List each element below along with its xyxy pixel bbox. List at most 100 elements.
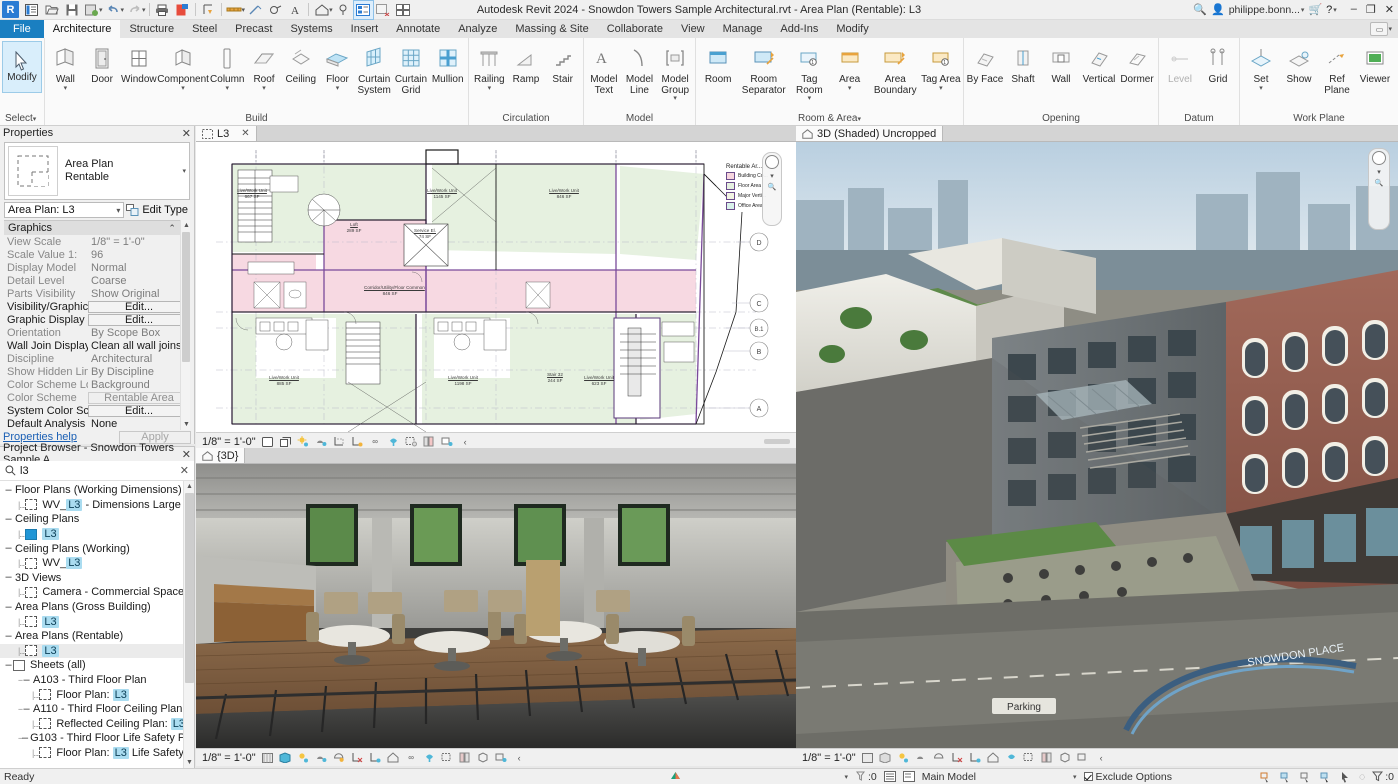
detail-level-icon[interactable] (261, 751, 274, 764)
measure-icon[interactable] (199, 1, 218, 19)
print-icon[interactable] (153, 1, 172, 19)
crop-view-icon[interactable] (351, 751, 364, 764)
view3d-control-bar[interactable]: 1/8" = 1'-0" ‹ (796, 748, 1398, 766)
area-dropdown-icon[interactable]: ▾ (848, 85, 852, 92)
tree-view-item[interactable]: |.... Reflected Ceiling Plan: L3 (0, 717, 194, 732)
tile-windows-icon[interactable] (394, 1, 413, 19)
area-button[interactable]: Area ▾ (830, 41, 870, 92)
plan-view-tabbar[interactable]: L3 ✕ (196, 126, 796, 142)
help-icon[interactable]: ? (1326, 4, 1332, 16)
tab-file[interactable]: File (0, 20, 44, 38)
component-dropdown-icon[interactable]: ▾ (181, 85, 185, 92)
model-text-button[interactable]: A Model Text (586, 41, 622, 96)
camera-view-control-bar[interactable]: 1/8" = 1'-0" ∞ ‹ (196, 748, 796, 766)
save-as-dropdown-icon[interactable]: ▾ (99, 6, 103, 14)
restore-button[interactable]: ❐ (1366, 3, 1376, 16)
ribbon-display-options-icon[interactable]: ▭ (1370, 22, 1389, 36)
show-crop-region-icon[interactable] (369, 751, 382, 764)
tree-group[interactable]: – Area Plans (Gross Building) (0, 600, 194, 615)
column-button[interactable]: Column ▾ (209, 41, 246, 92)
project-browser-search[interactable]: l3 ✕ (0, 461, 194, 481)
area-tag[interactable]: Live/Work Unit 1145 SF (416, 188, 468, 200)
visual-style-icon[interactable] (279, 751, 292, 764)
tree-view-item[interactable]: |.... L3 (0, 643, 194, 659)
tab-precast[interactable]: Precast (226, 20, 281, 38)
quick-access-toolbar[interactable]: ▾ ▾ ▾ ▾ A ▾ (22, 0, 413, 20)
minimize-button[interactable]: – (1351, 3, 1357, 16)
model-line-button[interactable]: Model Line (622, 41, 658, 96)
camera-view-tabbar[interactable]: {3D} (196, 448, 796, 464)
tree-view-item[interactable]: |.... Floor Plan: L3 Life Safety Plan (0, 746, 194, 761)
help-dropdown-icon[interactable]: ▾ (1333, 6, 1337, 14)
scroll-up-icon[interactable]: ▲ (181, 220, 190, 231)
filter-icon[interactable]: :0 (1372, 771, 1394, 783)
property-value[interactable]: None (88, 418, 190, 430)
switch-windows-icon[interactable] (352, 0, 374, 20)
wall-opening-button[interactable]: Wall (1042, 41, 1080, 86)
tree-group[interactable]: – Ceiling Plans (Working) (0, 541, 194, 556)
revit-logo-icon[interactable]: R (2, 1, 19, 18)
ribbon-tab-bar[interactable]: File Architecture Structure Steel Precas… (0, 20, 1398, 38)
view3d-canvas[interactable]: SNOWDON PLACE Parking ▾ 🔍 (796, 142, 1398, 748)
railing-dropdown-icon[interactable]: ▾ (488, 85, 492, 92)
view-tab-3d[interactable]: {3D} (196, 448, 246, 463)
column-dropdown-icon[interactable]: ▾ (226, 85, 230, 92)
exclude-options-toggle[interactable]: Exclude Options (1083, 771, 1172, 783)
close-icon[interactable]: ✕ (182, 127, 191, 140)
ceiling-button[interactable]: Ceiling (282, 41, 319, 86)
roof-button[interactable]: Roof ▾ (246, 41, 283, 92)
3d-view-dropdown-icon[interactable]: ▾ (329, 6, 333, 14)
tree-group[interactable]: -- – G103 - Third Floor Life Safety Plan (0, 731, 194, 746)
show-crop-region-icon[interactable] (969, 751, 982, 764)
tree-view-item[interactable]: |.... Camera - Commercial Space L3 (0, 585, 194, 600)
detail-level-icon[interactable] (861, 751, 874, 764)
tab-architecture[interactable]: Architecture (43, 20, 121, 38)
view3d-tabbar[interactable]: 3D (Shaded) Uncropped (796, 126, 1398, 142)
chevron-down-icon[interactable]: ▾ (844, 773, 848, 781)
render-dialog-icon[interactable] (933, 751, 946, 764)
room-area-panel-dropdown-icon[interactable]: ▾ (857, 115, 861, 123)
clear-search-icon[interactable]: ✕ (180, 464, 189, 477)
room-separator-button[interactable]: Room Separator (738, 41, 789, 96)
camera-view-scale[interactable]: 1/8" = 1'-0" (202, 752, 256, 764)
tree-scrollbar[interactable]: ▲ ▼ (183, 481, 194, 768)
collapse-toggle-icon[interactable]: – (4, 659, 13, 670)
room-button[interactable]: Room (698, 41, 738, 86)
scroll-down-icon[interactable]: ▼ (184, 757, 194, 768)
view-cube[interactable]: ▾ 🔍 (1368, 148, 1390, 230)
sun-path-icon[interactable] (897, 751, 910, 764)
tree-view-item[interactable]: |.... WV_ L3 (0, 556, 194, 571)
lock-3d-view-icon[interactable] (987, 751, 1000, 764)
door-button[interactable]: Door (84, 41, 121, 86)
roof-dropdown-icon[interactable]: ▾ (262, 85, 266, 92)
tree-group[interactable]: – Floor Plans (Working Dimensions) (0, 483, 194, 498)
set-workplane-dropdown-icon[interactable]: ▾ (1259, 85, 1263, 92)
show-crop-region-icon[interactable] (333, 435, 346, 448)
analytical-model-icon[interactable] (441, 435, 454, 448)
tab-modify[interactable]: Modify (827, 20, 877, 38)
expand-control-bar-icon[interactable]: ‹ (1095, 751, 1108, 764)
properties-scrollbar[interactable]: ▲ ▼ (180, 220, 190, 430)
wall-dropdown-icon[interactable]: ▾ (64, 85, 68, 92)
design-option-dropdown-icon[interactable]: ▾ (1073, 773, 1077, 781)
vertical-opening-button[interactable]: Vertical (1080, 41, 1118, 86)
save-icon[interactable] (62, 1, 81, 19)
collapse-toggle-icon[interactable]: – (4, 572, 13, 583)
mullion-button[interactable]: Mullion (429, 41, 466, 86)
keynote-icon[interactable] (334, 1, 353, 19)
collapse-toggle-icon[interactable]: – (22, 703, 31, 714)
show-workplane-button[interactable]: Show (1280, 41, 1318, 86)
tab-add-ins[interactable]: Add-Ins (771, 20, 827, 38)
reveal-hidden-elements-icon[interactable] (405, 435, 418, 448)
tab-analyze[interactable]: Analyze (449, 20, 506, 38)
detail-level-icon[interactable] (261, 435, 274, 448)
tree-group[interactable]: -- – A103 - Third Floor Plan (0, 673, 194, 688)
property-row[interactable]: Visibility/Graphics ...Edit... (4, 300, 190, 313)
constraints-icon[interactable] (495, 751, 508, 764)
sun-path-icon[interactable] (297, 435, 310, 448)
tree-view-item[interactable]: |.... L3 (0, 614, 194, 629)
crop-view-icon[interactable] (351, 435, 364, 448)
tag-room-dropdown-icon[interactable]: ▾ (808, 95, 812, 102)
area-tag[interactable]: Live/Work Unit 623 SF (573, 375, 625, 387)
unlocked-3d-view-icon[interactable]: ∞ (369, 435, 382, 448)
